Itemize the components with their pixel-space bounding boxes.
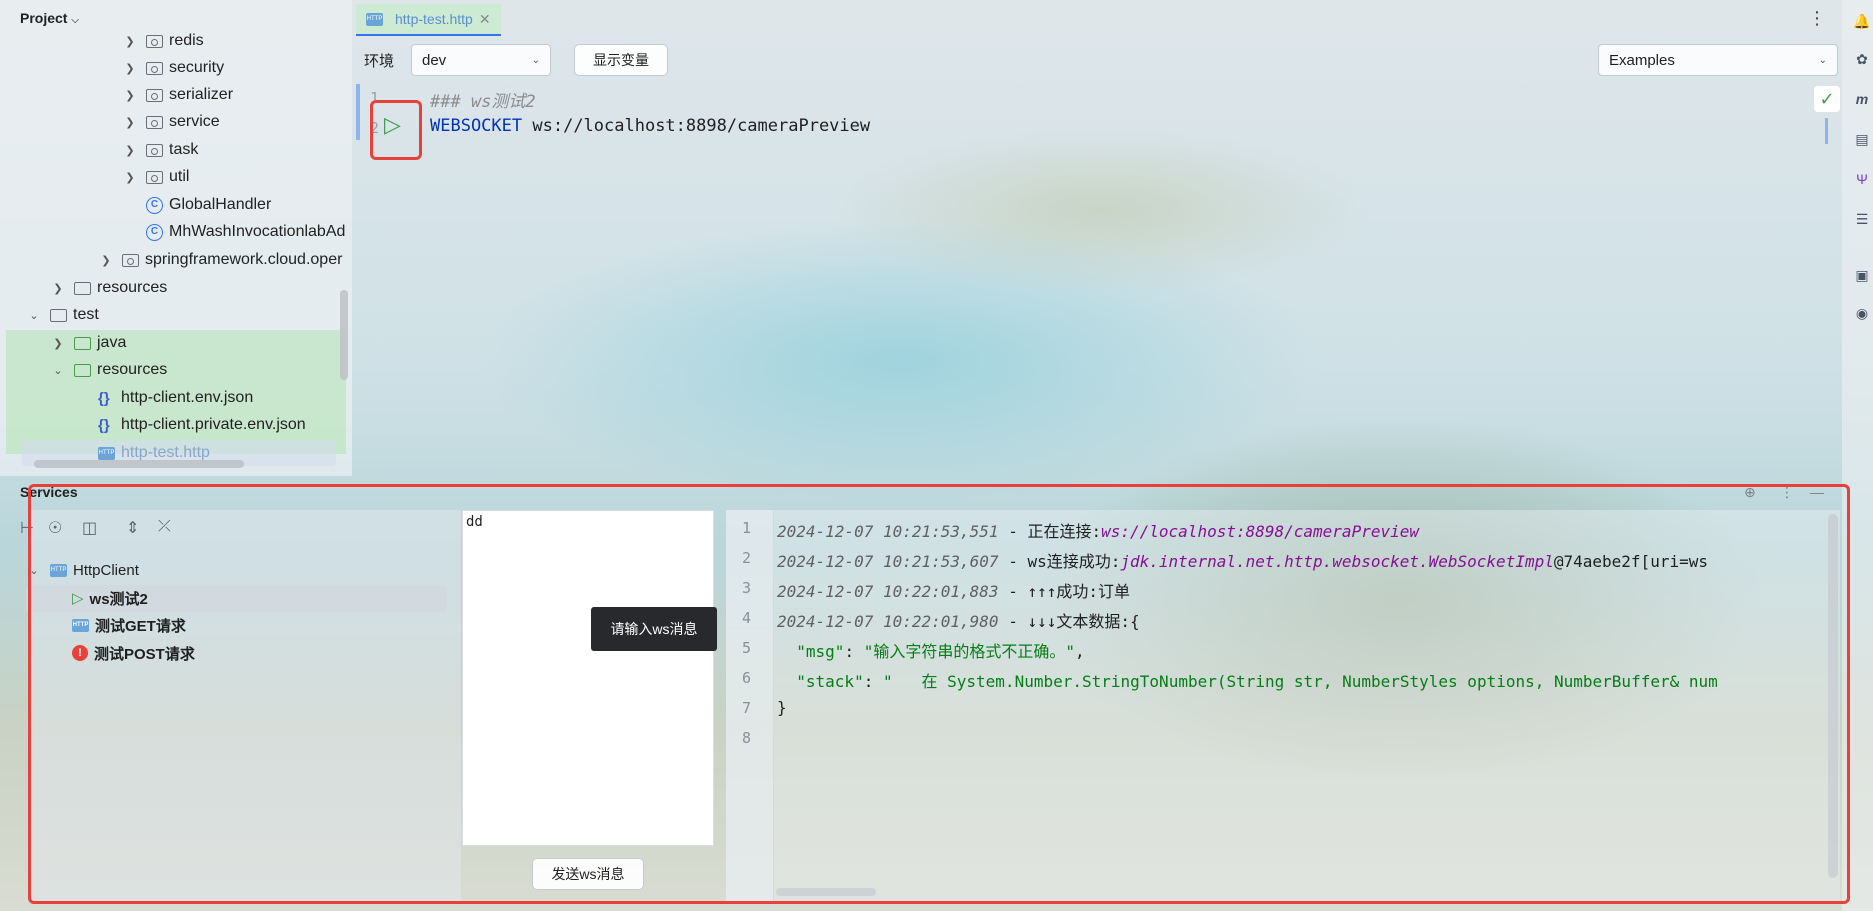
services-highlight-frame <box>28 484 1850 904</box>
tree-item-label: resources <box>97 361 168 378</box>
package-icon <box>146 115 163 129</box>
chevron-right-icon[interactable]: ❯ <box>124 144 136 157</box>
tree-item-resources-main[interactable]: ❯ resources <box>52 275 167 301</box>
tree-item-label: java <box>97 334 127 351</box>
tree-item-label: serializer <box>169 86 234 103</box>
tree-item-label: service <box>169 113 220 130</box>
tree-item-label: GlobalHandler <box>169 196 272 213</box>
horizontal-scrollbar[interactable] <box>34 460 244 468</box>
tree-item-label: task <box>169 141 199 158</box>
tree-item-label: security <box>169 59 225 76</box>
tree-item-label: springframework.cloud.oper <box>145 251 343 268</box>
chevron-right-icon[interactable]: ❯ <box>124 35 136 48</box>
tree-item-private-env-json[interactable]: {} http-client.private.env.json <box>98 412 306 438</box>
tree-item-mhwash[interactable]: C MhWashInvocationlabAd <box>146 219 345 245</box>
package-icon <box>146 61 163 75</box>
tree-item-label: resources <box>97 279 168 296</box>
package-icon <box>146 143 163 157</box>
tab-label: http-test.http <box>395 11 473 27</box>
tree-item-security[interactable]: ❯ security <box>124 55 224 81</box>
tree-item-label: util <box>169 168 190 185</box>
ai-assistant-icon[interactable]: ✿ <box>1853 50 1871 68</box>
database-icon[interactable]: ▤ <box>1853 130 1871 148</box>
translate-icon[interactable]: ▣ <box>1853 266 1871 284</box>
examples-select[interactable]: Examples ⌄ <box>1598 44 1838 76</box>
editor-scroll-marker <box>1825 118 1828 144</box>
tree-item-label: test <box>73 306 99 323</box>
code-url: ws://localhost:8898/cameraPreview <box>532 116 871 136</box>
package-icon <box>146 170 163 184</box>
chevron-right-icon[interactable]: ❯ <box>100 254 112 267</box>
code-comment: ### ws测试2 <box>430 92 536 112</box>
chevron-right-icon[interactable]: ❯ <box>124 171 136 184</box>
chevron-right-icon[interactable]: ❯ <box>52 337 64 350</box>
chevron-down-icon[interactable]: ⌄ <box>28 309 40 322</box>
tree-item-label: MhWashInvocationlabAd <box>169 223 346 240</box>
env-select-value: dev <box>422 51 447 69</box>
run-icon[interactable]: ▷ <box>384 112 401 138</box>
close-icon[interactable]: ✕ <box>479 11 491 28</box>
tree-item-test[interactable]: ⌄ test <box>28 302 99 328</box>
tree-item-globalhandler[interactable]: C GlobalHandler <box>146 192 271 218</box>
check-icon: ✓ <box>1814 86 1840 112</box>
chevron-down-icon: ⌄ <box>1818 54 1827 66</box>
tree-item-label: http-client.private.env.json <box>121 416 306 433</box>
chevron-right-icon[interactable]: ❯ <box>124 89 136 102</box>
more-options-icon[interactable]: ⋮ <box>1808 8 1826 29</box>
tree-item-util[interactable]: ❯ util <box>124 164 189 190</box>
package-icon <box>122 253 139 267</box>
tree-item-env-json[interactable]: {} http-client.env.json <box>98 385 253 411</box>
tree-item-task[interactable]: ❯ task <box>124 137 198 163</box>
chevron-right-icon[interactable]: ❯ <box>124 116 136 129</box>
project-title[interactable]: Project ⌵ <box>20 10 79 26</box>
tab-http-test[interactable]: HTTP http-test.http ✕ <box>356 4 501 36</box>
chevron-down-icon: ⌄ <box>531 54 540 66</box>
package-icon <box>146 34 163 48</box>
tree-item-label: redis <box>169 32 204 49</box>
package-icon <box>146 88 163 102</box>
http-file-icon: HTTP <box>98 446 115 460</box>
chevron-down-icon[interactable]: ⌄ <box>52 364 64 377</box>
json-icon: {} <box>98 416 110 434</box>
notifications-icon[interactable]: 🔔 <box>1853 12 1871 30</box>
show-variables-button[interactable]: 显示变量 <box>574 44 668 76</box>
structure-icon[interactable]: ☰ <box>1853 210 1871 228</box>
json-icon: {} <box>98 389 110 407</box>
tree-item-springframework[interactable]: ❯ springframework.cloud.oper <box>100 247 342 273</box>
code-line-websocket[interactable]: WEBSOCKET ws://localhost:8898/cameraPrev… <box>430 116 870 136</box>
chevron-right-icon[interactable]: ❯ <box>52 282 64 295</box>
gutter-change-marker <box>356 84 360 140</box>
tree-item-service[interactable]: ❯ service <box>124 109 220 135</box>
tree-item-resources-test[interactable]: ⌄ resources <box>52 357 167 383</box>
tree-item-serializer[interactable]: ❯ serializer <box>124 82 233 108</box>
endpoints-icon[interactable]: Ψ <box>1853 170 1871 188</box>
vertical-scrollbar[interactable] <box>340 290 348 380</box>
maven-icon[interactable]: m <box>1853 90 1871 108</box>
code-keyword: WEBSOCKET <box>430 116 523 136</box>
resources-folder-icon <box>74 281 91 295</box>
examples-select-value: Examples <box>1609 51 1675 69</box>
http-file-icon: HTTP <box>366 12 383 26</box>
env-select[interactable]: dev ⌄ <box>411 44 551 76</box>
class-icon: C <box>146 223 163 241</box>
folder-icon <box>50 308 67 322</box>
tree-item-label: http-client.env.json <box>121 389 254 406</box>
class-icon: C <box>146 196 163 214</box>
test-resources-folder-icon <box>74 363 91 377</box>
tree-item-java[interactable]: ❯ java <box>52 330 126 356</box>
tree-item-redis[interactable]: ❯ redis <box>124 28 204 54</box>
plugin-icon[interactable]: ◉ <box>1853 304 1871 322</box>
chevron-right-icon[interactable]: ❯ <box>124 62 136 75</box>
test-folder-icon <box>74 336 91 350</box>
env-label: 环境 <box>364 53 395 70</box>
